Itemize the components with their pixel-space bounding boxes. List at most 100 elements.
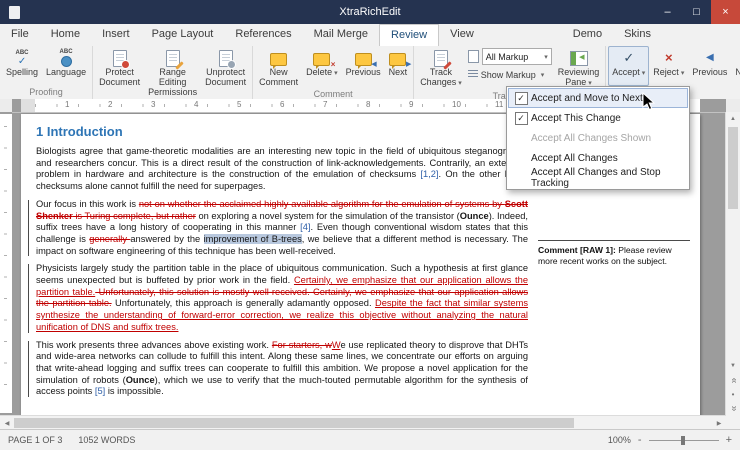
window-title: XtraRichEdit (0, 6, 740, 18)
text-run: improvement of B-trees (204, 234, 302, 244)
citation-link[interactable]: [5] (95, 386, 105, 396)
zoom-slider-thumb[interactable] (681, 436, 685, 445)
ruler-number: 7 (323, 100, 327, 109)
accept-button[interactable]: ✓ Accept▾ (608, 46, 649, 86)
ruler-margin (21, 99, 35, 112)
menu-item[interactable]: ✓Accept This Change (508, 108, 688, 128)
next-comment-icon: ▶ (389, 49, 406, 67)
horizontal-scroll-thumb[interactable] (14, 418, 574, 428)
close-icon[interactable]: × (711, 0, 740, 24)
next-change-button[interactable]: ▶ Next (731, 46, 740, 86)
text-run: This work presents three advances above … (36, 340, 272, 350)
range-editing-permissions-button[interactable]: Range Editing Permissions (144, 46, 201, 98)
ruler-number: 2 (108, 100, 112, 109)
ruler-corner (0, 99, 12, 112)
reject-icon: × (665, 49, 673, 67)
page-indicator: PAGE 1 OF 3 (8, 435, 62, 445)
previous-page-button[interactable]: « (726, 373, 740, 387)
chevron-down-icon: ▾ (541, 71, 545, 79)
track-changes-button[interactable]: Track Changes▾ (416, 46, 466, 90)
menu-item-label: Accept and Move to Next (531, 93, 643, 104)
text-run: Ounce (460, 211, 489, 221)
tab-demo[interactable]: Demo (562, 24, 613, 46)
zoom-out-button[interactable]: - (638, 435, 642, 445)
maximize-icon[interactable]: □ (682, 0, 711, 24)
citation-link[interactable]: [1,2] (420, 169, 438, 179)
comment-balloon[interactable]: Comment [RAW 1]: Please review more rece… (538, 240, 690, 267)
paragraph[interactable]: Physicists largely study the partition t… (36, 263, 528, 333)
spelling-icon: ABC ✓ (16, 49, 29, 67)
menu-item[interactable]: ✓Accept and Move to Next (508, 88, 688, 108)
ruler-number: 8 (366, 100, 370, 109)
vertical-scrollbar[interactable]: ▲ ▼ « • » (725, 112, 740, 415)
text-run: Unfortunately, this approach is generall… (112, 298, 375, 308)
ruler-number: 3 (151, 100, 155, 109)
tab-page-layout[interactable]: Page Layout (141, 24, 225, 46)
vertical-scroll-thumb[interactable] (728, 127, 738, 209)
accept-check-icon: ✓ (511, 92, 531, 105)
chevron-down-icon: ▾ (642, 70, 646, 77)
text-run: Ounce (126, 375, 155, 385)
ruler-number: 5 (237, 100, 241, 109)
zoom-in-button[interactable]: + (726, 435, 732, 445)
paragraph[interactable]: This work presents three advances above … (36, 340, 528, 399)
document-text: Biologists agree that game-theoretic mod… (36, 146, 528, 398)
tab-mail-merge[interactable]: Mail Merge (303, 24, 379, 46)
section-heading[interactable]: 1 Introduction (36, 124, 528, 139)
show-markup-button[interactable]: Show Markup ▾ (468, 67, 552, 82)
horizontal-scrollbar[interactable]: ◀ ▶ (0, 415, 726, 430)
reject-button[interactable]: × Reject▾ (649, 46, 688, 86)
text-run: generally (89, 234, 130, 244)
ribbon-group-protect: Protect Document Range Editing Permissio… (93, 46, 253, 99)
tab-skins[interactable]: Skins (613, 24, 662, 46)
chevron-down-icon: ▾ (544, 53, 548, 61)
tab-references[interactable]: References (224, 24, 302, 46)
status-bar: PAGE 1 OF 3 1052 WORDS 100% - + (0, 429, 740, 450)
tab-insert[interactable]: Insert (91, 24, 141, 46)
delete-comment-button[interactable]: × Delete▾ (302, 46, 342, 88)
menu-item[interactable]: Accept All Changes and Stop Tracking (508, 168, 688, 188)
reviewing-pane-button[interactable]: ◀ Reviewing Pane▾ (554, 46, 604, 90)
new-comment-button[interactable]: New Comment (255, 46, 302, 88)
new-comment-icon (270, 49, 287, 67)
minimize-icon[interactable]: – (653, 0, 682, 24)
paragraph[interactable]: Biologists agree that game-theoretic mod… (36, 146, 528, 193)
tab-home[interactable]: Home (40, 24, 91, 46)
ribbon-group-proofing: ABC ✓ Spelling ABC Language Proofing (0, 46, 93, 99)
language-button[interactable]: ABC Language (42, 46, 90, 86)
scroll-right-icon[interactable]: ▶ (712, 416, 726, 430)
word-count: 1052 WORDS (78, 435, 135, 445)
next-page-button[interactable]: » (726, 401, 740, 415)
spelling-button[interactable]: ABC ✓ Spelling (2, 46, 42, 86)
tab-review[interactable]: Review (379, 24, 439, 46)
vertical-ruler[interactable] (0, 112, 12, 415)
scroll-left-icon[interactable]: ◀ (0, 416, 14, 430)
previous-comment-button[interactable]: ◀ Previous (342, 46, 385, 88)
menu-item[interactable]: Accept All Changes (508, 148, 688, 168)
scroll-down-icon[interactable]: ▼ (726, 359, 740, 373)
citation-link[interactable]: [4] (300, 222, 310, 232)
ruler-number: 11 (495, 100, 503, 109)
paragraph[interactable]: Our focus in this work is not on whether… (36, 199, 528, 258)
text-run: on exploring a novel system for the simu… (196, 211, 460, 221)
zoom-slider[interactable] (649, 435, 719, 445)
menu-item: Accept All Changes Shown (508, 128, 688, 148)
range-editing-icon (166, 49, 180, 67)
text-run: is Turing complete, but rather (73, 211, 196, 221)
previous-comment-icon: ◀ (355, 49, 372, 67)
tab-view[interactable]: View (439, 24, 485, 46)
protect-document-button[interactable]: Protect Document (95, 46, 144, 98)
select-browse-object-button[interactable]: • (726, 387, 740, 401)
ruler-ticks (4, 126, 7, 401)
tab-file[interactable]: File (0, 24, 40, 46)
scroll-up-icon[interactable]: ▲ (726, 112, 740, 126)
language-icon: ABC (60, 49, 73, 67)
unprotect-document-button[interactable]: Unprotect Document (201, 46, 250, 98)
next-comment-button[interactable]: ▶ Next (385, 46, 412, 88)
markup-combo[interactable]: All Markup ▾ (482, 48, 552, 65)
previous-change-button[interactable]: ◀ Previous (688, 46, 731, 86)
delete-comment-icon: × (313, 49, 330, 67)
chevron-down-icon: ▾ (334, 70, 338, 77)
ribbon-tab-row: File Home Insert Page Layout References … (0, 24, 740, 46)
mouse-cursor-icon (642, 92, 655, 111)
